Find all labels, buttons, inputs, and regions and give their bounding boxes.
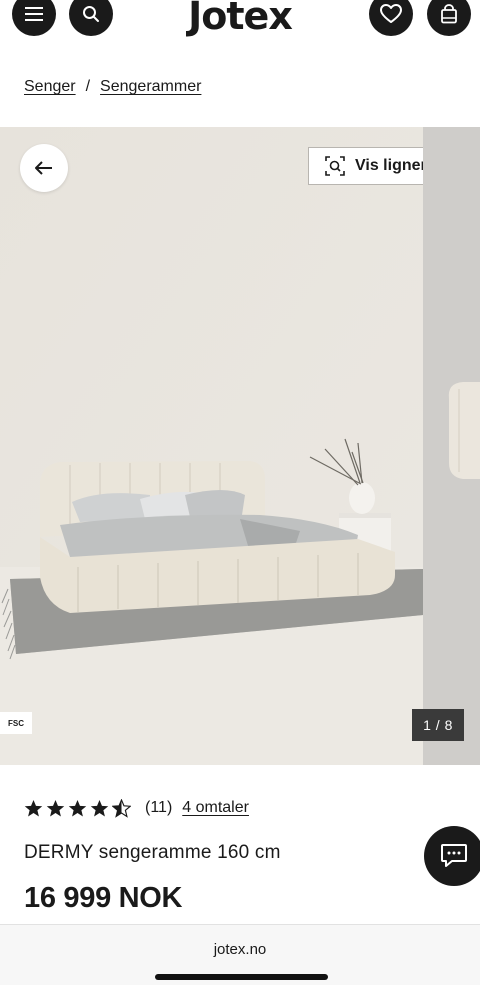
site-header: Jotex bbox=[0, 0, 480, 44]
star-icon bbox=[90, 799, 109, 816]
fsc-badge: FSC bbox=[0, 712, 32, 734]
visual-search-icon bbox=[325, 156, 345, 176]
bed-photo bbox=[0, 127, 423, 765]
star-half-icon bbox=[112, 798, 131, 818]
product-price: 16 999 NOK bbox=[24, 882, 183, 914]
menu-icon bbox=[25, 7, 43, 21]
review-count: (11) bbox=[145, 799, 173, 816]
rating-row: (11) 4 omtaler bbox=[24, 796, 249, 820]
browser-url-bar[interactable]: jotex.no bbox=[0, 924, 480, 985]
product-image-gallery[interactable]: Vis lignende FSC 1 / 8 bbox=[0, 127, 480, 765]
next-product-image[interactable] bbox=[423, 127, 480, 765]
breadcrumb-separator: / bbox=[85, 78, 91, 95]
show-similar-button[interactable]: Vis lignende bbox=[308, 147, 423, 185]
menu-button[interactable] bbox=[12, 0, 56, 36]
breadcrumb: Senger / Sengerammer bbox=[24, 78, 201, 96]
breadcrumb-sengerammer[interactable]: Sengerammer bbox=[100, 78, 201, 96]
reviews-link[interactable]: 4 omtaler bbox=[182, 799, 249, 817]
home-indicator[interactable] bbox=[155, 974, 328, 980]
star-icon bbox=[46, 799, 65, 816]
search-icon bbox=[83, 6, 99, 22]
next-image-preview bbox=[423, 127, 480, 765]
chat-button[interactable] bbox=[424, 826, 480, 886]
star-icon bbox=[24, 799, 43, 816]
url-text[interactable]: jotex.no bbox=[0, 941, 480, 958]
star-icon bbox=[68, 799, 87, 816]
breadcrumb-senger[interactable]: Senger bbox=[24, 78, 76, 96]
show-similar-label: Vis lignende bbox=[355, 157, 423, 174]
chat-icon bbox=[441, 844, 467, 867]
cart-button[interactable] bbox=[427, 0, 471, 36]
product-title: DERMY sengeramme 160 cm bbox=[24, 842, 281, 863]
product-image[interactable]: Vis lignende FSC bbox=[0, 127, 423, 765]
back-button[interactable] bbox=[20, 144, 68, 192]
star-rating bbox=[24, 798, 131, 818]
arrow-left-icon bbox=[35, 161, 52, 175]
search-button[interactable] bbox=[69, 0, 113, 36]
heart-icon bbox=[380, 4, 402, 23]
wishlist-button[interactable] bbox=[369, 0, 413, 36]
image-counter: 1 / 8 bbox=[412, 709, 464, 741]
bag-icon bbox=[441, 4, 457, 24]
